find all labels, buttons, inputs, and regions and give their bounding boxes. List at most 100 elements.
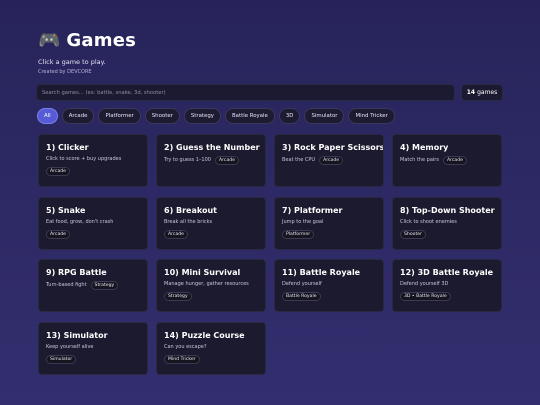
game-card-body: Jump to the goal Platformer <box>282 219 376 239</box>
game-title: 13) Simulator <box>46 330 108 340</box>
tag-line: Platformer <box>282 228 376 239</box>
tag-line: Mind Tricker <box>164 353 258 364</box>
tag-line: Arcade <box>164 228 258 239</box>
game-card[interactable]: 9) RPG Battle Turn-based fight Strategy <box>38 259 148 312</box>
tag-line: Battle Royale <box>282 290 376 301</box>
game-category-tag: Arcade <box>46 229 71 239</box>
game-title: 3) Rock Paper Scissors <box>282 143 384 152</box>
filter-chip-mind-tricker[interactable]: Mind Tricker <box>348 108 395 124</box>
gamepad-icon: 🎮 <box>38 30 61 51</box>
title-row: 🎮 Games <box>38 30 136 52</box>
games-count-badge: 14 games <box>461 84 503 101</box>
game-card-body: Keep yourself alive Simulator <box>46 344 140 364</box>
games-count-label: games <box>477 89 498 96</box>
game-card-body: Turn-based fight Strategy <box>46 281 140 290</box>
tag-line: Simulator <box>46 353 140 364</box>
game-card[interactable]: 13) Simulator Keep yourself alive Simulato… <box>38 321 148 375</box>
game-title: 6) Breakout <box>164 205 217 215</box>
game-card[interactable]: 4) Memory Match the pairs Arcade <box>392 134 502 187</box>
game-card[interactable]: 5) Snake Eat food, grow, don't crash Arcad… <box>38 196 148 250</box>
game-card[interactable]: 3) Rock Paper Scissors Beat the CPU Arcade <box>274 134 384 187</box>
game-category-tag: Strategy <box>90 281 119 290</box>
game-category-tag: Arcade <box>46 167 71 176</box>
filter-chip-battle-royale[interactable]: Battle Royale <box>224 108 275 124</box>
game-description: Defend yourself 3D <box>400 281 449 287</box>
game-card-body: Defend yourself Battle Royale <box>282 281 376 301</box>
game-card-body: Defend yourself 3D 3D • Battle Royale <box>400 281 494 301</box>
game-card[interactable]: 7) Platformer Jump to the goal Platformer <box>274 196 384 250</box>
game-category-tag: Shooter <box>400 229 426 239</box>
game-title: 2) Guess the Number <box>164 143 260 152</box>
game-card[interactable]: 10) Mini Survival Manage hunger, gather r… <box>156 259 266 312</box>
game-description: Click to score + buy upgrades <box>46 156 122 162</box>
game-title: 14) Puzzle Course <box>164 330 245 340</box>
filter-chip-shooter[interactable]: Shooter <box>144 108 180 124</box>
game-category-tag: Battle Royale <box>282 292 321 301</box>
game-card-body: Manage hunger, gather resources Strategy <box>164 281 258 301</box>
page-subtitle: Click a game to play. <box>38 58 106 66</box>
game-card-body: Break all the bricks Arcade <box>164 219 258 239</box>
game-card-body: Try to guess 1–100 Arcade <box>164 156 258 165</box>
game-card[interactable]: 6) Breakout Break all the bricks Arcade <box>156 196 266 250</box>
game-title: 7) Platformer <box>282 205 343 215</box>
tag-line: Strategy <box>164 290 258 301</box>
game-title: 8) Top-Down Shooter <box>400 205 495 215</box>
filter-chip-platformer[interactable]: Platformer <box>98 108 141 124</box>
game-category-tag: Strategy <box>164 292 192 301</box>
tag-line: 3D • Battle Royale <box>400 290 494 301</box>
game-card-body: Eat food, grow, don't crash Arcade <box>46 219 140 239</box>
game-category-tag: Arcade <box>214 156 239 165</box>
games-grid: 1) Clicker Click to score + buy upgrades A… <box>38 134 502 375</box>
game-card[interactable]: 2) Guess the Number Try to guess 1–100 Arc… <box>156 134 266 187</box>
game-description: Match the pairs <box>400 157 439 163</box>
games-count-number: 14 <box>466 89 476 96</box>
game-card[interactable]: 8) Top-Down Shooter Click to shoot enemie… <box>392 196 502 250</box>
game-description: Turn-based fight <box>46 282 87 288</box>
page-title: Games <box>66 30 137 51</box>
filter-chip-strategy[interactable]: Strategy <box>183 108 221 124</box>
search-input[interactable] <box>36 84 455 101</box>
game-title: 11) Battle Royale <box>282 268 361 277</box>
game-category-tag: 3D • Battle Royale <box>400 292 451 301</box>
game-card[interactable]: 1) Clicker Click to score + buy upgrades A… <box>38 134 148 187</box>
filter-chip-3d[interactable]: 3D <box>278 108 301 124</box>
game-title: 1) Clicker <box>46 143 89 152</box>
game-category-tag: Arcade <box>442 156 467 165</box>
game-category-tag: Platformer <box>282 229 315 239</box>
game-card[interactable]: 12) 3D Battle Royale Defend yourself 3D 3D… <box>392 259 502 312</box>
game-description: Beat the CPU <box>282 157 316 163</box>
game-description: Manage hunger, gather resources <box>164 281 249 287</box>
game-description: Try to guess 1–100 <box>164 157 211 163</box>
game-category-tag: Arcade <box>164 229 189 239</box>
game-description: Click to shoot enemies <box>400 218 457 225</box>
game-description: Break all the bricks <box>164 218 213 225</box>
tag-line: Arcade <box>46 228 140 239</box>
game-card-body: Beat the CPU Arcade <box>282 156 376 165</box>
game-title: 10) Mini Survival <box>164 268 241 277</box>
tag-line: Shooter <box>400 228 494 239</box>
filter-chip-all[interactable]: All <box>37 108 58 124</box>
game-card[interactable]: 14) Puzzle Course Can you escape? Mind Tri… <box>156 321 266 375</box>
game-description: Defend yourself <box>282 281 322 287</box>
game-category-tag: Arcade <box>319 156 344 165</box>
game-card-body: Click to score + buy upgrades Arcade <box>46 156 140 176</box>
game-description: Eat food, grow, don't crash <box>46 218 114 225</box>
game-category-tag: Mind Tricker <box>164 354 200 364</box>
filter-chips: All Arcade Platformer Shooter Strategy Battle… <box>37 108 395 124</box>
header: 🎮 Games Click a game to play. Created by… <box>38 30 136 75</box>
game-title: 4) Memory <box>400 143 449 152</box>
game-card-body: Can you escape? Mind Tricker <box>164 344 258 364</box>
credit-text: Created by DEVCORE <box>38 69 92 75</box>
filter-chip-arcade[interactable]: Arcade <box>61 108 95 124</box>
tag-line: Arcade <box>46 165 140 176</box>
game-card[interactable]: 11) Battle Royale Defend yourself Battle R… <box>274 259 384 312</box>
search-row: 14 games <box>36 84 503 101</box>
game-card-body: Click to shoot enemies Shooter <box>400 219 494 239</box>
game-title: 9) RPG Battle <box>46 268 107 277</box>
game-description: Keep yourself alive <box>46 343 94 350</box>
filter-chip-simulator[interactable]: Simulator <box>304 108 345 124</box>
game-description: Jump to the goal <box>282 218 324 225</box>
game-title: 5) Snake <box>46 205 86 215</box>
game-category-tag: Simulator <box>46 354 77 364</box>
game-title: 12) 3D Battle Royale <box>400 268 494 277</box>
